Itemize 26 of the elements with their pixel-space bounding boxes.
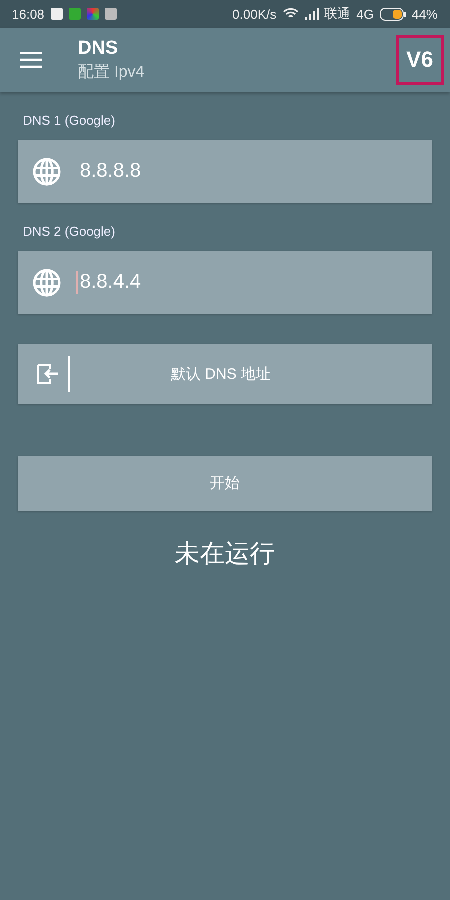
network-speed: 0.00K/s [232, 6, 277, 22]
network-type: 4G [356, 6, 374, 22]
menu-icon[interactable] [20, 52, 42, 68]
start-button[interactable]: 开始 [18, 456, 432, 511]
battery-percent: 44% [412, 6, 438, 22]
app-title: DNS [78, 38, 120, 60]
status-text: 未在运行 [174, 539, 276, 570]
dns-input-field[interactable]: 8.8.8.8 [18, 140, 432, 203]
app-icon [86, 8, 99, 20]
carrier-name: 联通 [324, 5, 351, 23]
app-icon [68, 8, 81, 20]
signal-icon [304, 8, 319, 20]
dns-input-field[interactable]: 8.8.4.4 [18, 251, 432, 314]
clock: 16:08 [12, 6, 45, 22]
default-dns-button[interactable]: 默认 DNS 地址 [18, 344, 432, 404]
battery-icon [380, 8, 406, 20]
app-icon [50, 8, 63, 20]
field-label: DNS 1 (Google) [23, 113, 116, 128]
globe-icon [32, 156, 62, 186]
field-label: DNS 2 (Google) [23, 224, 116, 239]
globe-icon [32, 268, 62, 298]
app-subtitle: 配置 Ipv4 [78, 62, 146, 82]
app-icon [104, 8, 117, 20]
ipv6-button[interactable]: V6 [396, 35, 444, 85]
wifi-icon [282, 8, 299, 20]
sign-in-icon [36, 363, 60, 385]
